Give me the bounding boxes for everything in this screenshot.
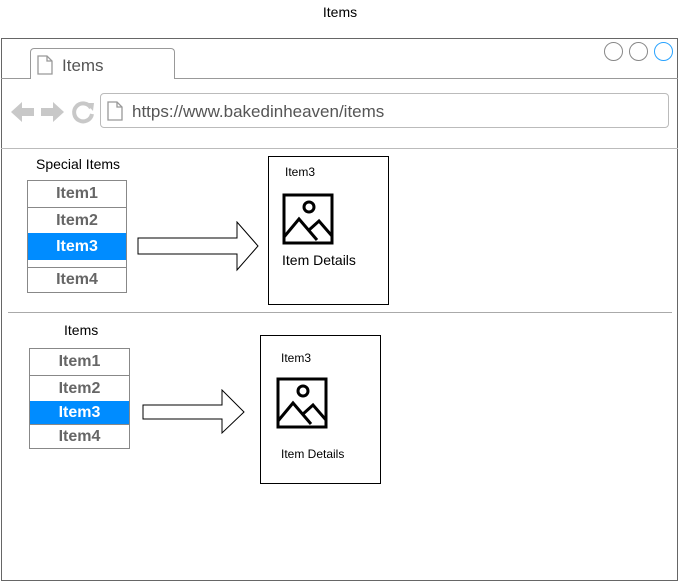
window-control-2[interactable] xyxy=(629,42,648,61)
list-item[interactable]: Item2 xyxy=(28,207,126,233)
window-control-1[interactable] xyxy=(604,42,623,61)
list-item[interactable]: Item1 xyxy=(28,181,126,207)
toolbar-divider xyxy=(1,148,678,149)
image-icon xyxy=(282,193,334,245)
url-text: https://www.bakedinheaven/items xyxy=(132,102,385,121)
image-icon xyxy=(276,377,328,429)
item-list: Item1 Item2 Item3 Item4 xyxy=(27,180,127,293)
item-details: Item Details xyxy=(282,252,356,268)
forward-arrow-icon[interactable] xyxy=(39,99,65,125)
back-arrow-icon[interactable] xyxy=(10,99,36,125)
tab-label: Items xyxy=(62,56,104,75)
window-control-3[interactable] xyxy=(654,42,673,61)
card-title: Item3 xyxy=(281,351,312,365)
item-details: Item Details xyxy=(281,447,345,461)
page-icon xyxy=(37,55,53,75)
section-title: Items xyxy=(64,322,99,338)
list-item[interactable]: Item1 xyxy=(30,349,129,375)
item-list: Item1 Item2 Item3 Item4 xyxy=(29,348,130,449)
section-title: Special Items xyxy=(36,156,121,172)
list-item-selected[interactable]: Item3 xyxy=(30,401,129,424)
list-item[interactable]: Item4 xyxy=(28,267,126,292)
list-item-selected[interactable]: Item3 xyxy=(28,233,126,260)
arrow-right-icon xyxy=(137,221,259,272)
card-title: Item3 xyxy=(285,165,316,179)
list-item[interactable]: Item2 xyxy=(30,375,129,401)
page-icon xyxy=(107,101,123,121)
item-detail-card: Item3 Item Details xyxy=(260,335,381,484)
page-title: Items xyxy=(322,4,358,20)
list-item[interactable]: Item4 xyxy=(30,424,129,448)
address-bar[interactable]: https://www.bakedinheaven/items xyxy=(100,93,669,128)
item-detail-card: Item3 Item Details xyxy=(268,156,389,305)
arrow-right-icon xyxy=(142,389,245,435)
section-divider xyxy=(8,312,672,313)
reload-icon[interactable] xyxy=(70,99,96,125)
browser-tab[interactable]: Items xyxy=(30,48,175,79)
